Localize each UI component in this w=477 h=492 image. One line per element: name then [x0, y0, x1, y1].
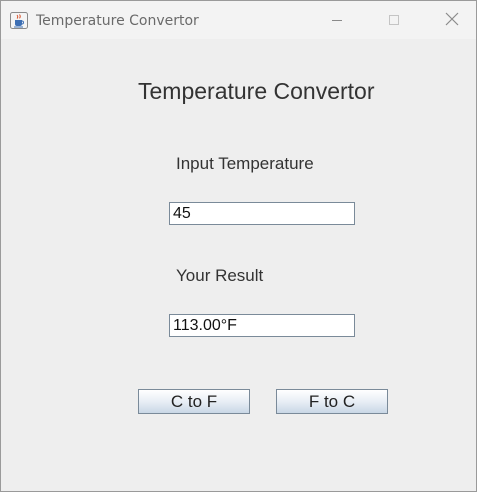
minimize-button[interactable]	[314, 1, 360, 39]
title-bar[interactable]: Temperature Convertor	[1, 1, 476, 39]
page-title: Temperature Convertor	[138, 78, 375, 104]
result-label: Your Result	[176, 266, 264, 285]
minimize-icon	[331, 11, 343, 30]
result-field[interactable]	[169, 314, 355, 337]
maximize-icon	[388, 11, 400, 30]
window-title: Temperature Convertor	[36, 13, 199, 29]
close-icon	[445, 11, 459, 30]
java-cup-icon[interactable]	[10, 12, 28, 29]
maximize-button[interactable]	[371, 1, 417, 39]
input-temperature-label: Input Temperature	[176, 154, 314, 173]
input-temperature-field[interactable]	[169, 202, 355, 225]
close-button[interactable]	[429, 1, 475, 39]
c-to-f-button[interactable]: C to F	[138, 389, 250, 414]
f-to-c-button[interactable]: F to C	[276, 389, 388, 414]
app-window: Temperature Convertor Temperature Conver…	[0, 0, 477, 492]
